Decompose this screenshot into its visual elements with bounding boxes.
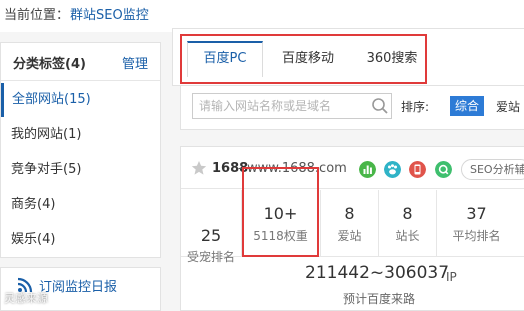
ip-unit: IP: [446, 270, 457, 284]
sidebar-header: 分类标签(4) 管理: [1, 43, 160, 81]
stat-average-rank: 37 平均排名: [437, 204, 524, 244]
search-q-icon[interactable]: [435, 161, 452, 178]
search-field[interactable]: [192, 93, 392, 119]
sidebar-title: 分类标签(4): [13, 57, 86, 72]
ip-range: 211442~306037: [305, 263, 450, 283]
seo-analysis-button[interactable]: SEO分析辅: [461, 159, 524, 180]
mobile-icon[interactable]: [409, 161, 426, 178]
stat-value: 8: [402, 204, 413, 223]
sidebar-item-entertainment[interactable]: 娱乐(4): [1, 223, 160, 257]
site-separator: -: [238, 161, 243, 176]
watermark: 灵感来源: [4, 292, 48, 305]
tab-baidu-pc[interactable]: 百度PC: [187, 41, 263, 77]
stat-5118-weight: 10+ 5118权重: [243, 204, 318, 244]
subscribe-label[interactable]: 订阅监控日报: [39, 276, 117, 295]
sidebar-item-all-sites[interactable]: 全部网站(15): [1, 83, 160, 117]
stat-divider: [241, 190, 242, 256]
stat-value: 25: [200, 226, 222, 245]
stat-label: 5118权重: [253, 229, 308, 243]
stat-value: 10+: [263, 204, 298, 223]
category-sidebar: 分类标签(4) 管理 全部网站(15) 我的网站(1) 竞争对手(5) 商务(4…: [0, 42, 161, 258]
sidebar-item-my-sites[interactable]: 我的网站(1): [1, 118, 160, 152]
paw-icon[interactable]: [384, 161, 401, 178]
stat-label: 爱站: [337, 229, 362, 243]
breadcrumb-link[interactable]: 群站SEO监控: [70, 0, 149, 32]
stat-label: 平均排名: [452, 229, 501, 243]
stat-value: 8: [344, 204, 355, 223]
sort-label: 排序:: [401, 100, 430, 114]
search-input[interactable]: [199, 97, 367, 115]
sort-option-comprehensive[interactable]: 综合: [450, 96, 484, 116]
breadcrumb-label: 当前位置：: [4, 8, 70, 23]
stat-webmaster: 8 站长: [379, 204, 436, 244]
star-icon[interactable]: [191, 160, 207, 176]
stat-aizhan: 8 爱站: [321, 204, 378, 244]
sidebar-item-competitors[interactable]: 竞争对手(5): [1, 153, 160, 187]
ip-label: 预计百度来路: [343, 292, 416, 306]
search-icon[interactable]: [371, 97, 389, 115]
manage-link[interactable]: 管理: [122, 53, 148, 72]
stat-label: 受宠排名: [186, 250, 235, 264]
engine-tabs: 百度PC 百度移动 360搜索: [172, 28, 524, 86]
stat-label: 站长: [395, 229, 420, 243]
stat-favor-rank: 25 受宠排名: [181, 226, 241, 265]
sidebar-item-business[interactable]: 商务(4): [1, 188, 160, 222]
sort-option-aizhan[interactable]: 爱站: [496, 98, 520, 115]
stat-value: 37: [466, 204, 487, 223]
bar-chart-icon[interactable]: [359, 161, 376, 178]
site-url[interactable]: www.1688.com: [247, 161, 347, 176]
tab-baidu-mobile[interactable]: 百度移动: [265, 41, 351, 77]
tab-360-search[interactable]: 360搜索: [351, 41, 433, 77]
